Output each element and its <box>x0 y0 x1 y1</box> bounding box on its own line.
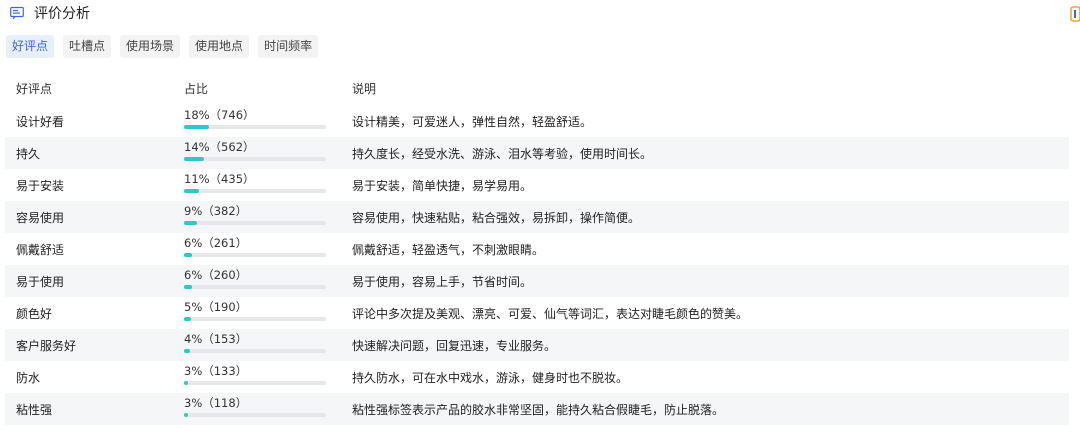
table-row: 防水 3%（133） 持久防水，可在水中戏水，游泳，健身时也不脱妆。 <box>5 361 1069 393</box>
desc-cell: 持久度长，经受水洗、游泳、泪水等考验，使用时间长。 <box>352 146 653 161</box>
table-row: 佩戴舒适 6%（261） 佩戴舒适，轻盈透气，不刺激眼睛。 <box>5 233 1069 265</box>
point-cell: 易于安装 <box>16 178 65 193</box>
ratio-bar-fill <box>184 220 197 225</box>
ratio-cell: 14%（562） <box>173 140 341 161</box>
point-cell: 设计好看 <box>16 114 65 129</box>
point-cell: 防水 <box>16 370 41 385</box>
ratio-bar-fill <box>184 188 199 193</box>
table-row: 颜色好 5%（190） 评论中多次提及美观、漂亮、可爱、仙气等词汇，表达对睫毛颜色的… <box>5 297 1069 329</box>
ratio-bar-fill <box>184 124 209 129</box>
tab-complaints[interactable]: 吐槽点 <box>63 35 112 58</box>
review-chat-icon <box>10 6 24 20</box>
ratio-text: 3%（133） <box>184 363 248 378</box>
section-header: 评价分析 <box>10 3 90 23</box>
ratio-cell: 6%（261） <box>173 236 341 257</box>
point-cell: 粘性强 <box>16 402 53 417</box>
point-cell: 容易使用 <box>16 210 65 225</box>
table-row: 容易使用 9%（382） 容易使用，快速粘贴，粘合强效，易拆卸，操作简便。 <box>5 201 1069 233</box>
ratio-bar <box>184 284 326 289</box>
point-cell: 持久 <box>16 146 41 161</box>
desc-cell: 容易使用，快速粘贴，粘合强效，易拆卸，操作简便。 <box>352 210 641 225</box>
ratio-text: 6%（260） <box>184 267 248 282</box>
tab-positive-points[interactable]: 好评点 <box>6 35 55 58</box>
desc-cell: 快速解决问题，回复迅速，专业服务。 <box>352 338 557 353</box>
ratio-cell: 4%（153） <box>173 332 341 353</box>
ratio-bar <box>184 316 326 321</box>
ratio-text: 6%（261） <box>184 235 248 250</box>
ratio-bar <box>184 156 326 161</box>
column-header-point: 好评点 <box>16 81 53 96</box>
point-cell: 易于使用 <box>16 274 65 289</box>
ratio-text: 3%（118） <box>184 395 248 410</box>
ratio-text: 9%（382） <box>184 203 248 218</box>
desc-cell: 持久防水，可在水中戏水，游泳，健身时也不脱妆。 <box>352 370 629 385</box>
ratio-bar-fill <box>184 252 192 257</box>
desc-cell: 评论中多次提及美观、漂亮、可爱、仙气等词汇，表达对睫毛颜色的赞美。 <box>352 306 749 321</box>
ratio-bar-fill <box>184 380 188 385</box>
ratio-cell: 5%（190） <box>173 300 341 321</box>
ratio-bar <box>184 188 326 193</box>
tab-usage-locations[interactable]: 使用地点 <box>189 35 250 58</box>
table-body: 设计好看 18%（746） 设计精美，可爱迷人，弹性自然，轻盈舒适。持久 14%（56… <box>5 105 1069 425</box>
tab-time-frequency[interactable]: 时间频率 <box>258 35 319 58</box>
ratio-bar <box>184 124 326 129</box>
section-title: 评价分析 <box>34 6 90 22</box>
ratio-bar <box>184 220 326 225</box>
ratio-text: 14%（562） <box>184 139 255 154</box>
table-row: 易于安装 11%（435） 易于安装，简单快捷，易学易用。 <box>5 169 1069 201</box>
ratio-bar-fill <box>184 348 190 353</box>
tab-usage-scenarios[interactable]: 使用场景 <box>120 35 181 58</box>
ratio-cell: 6%（260） <box>173 268 341 289</box>
table-row: 易于使用 6%（260） 易于使用，容易上手，节省时间。 <box>5 265 1069 297</box>
ratio-text: 18%（746） <box>184 107 255 122</box>
ratio-cell: 9%（382） <box>173 204 341 225</box>
table-row: 持久 14%（562） 持久度长，经受水洗、游泳、泪水等考验，使用时间长。 <box>5 137 1069 169</box>
ratio-bar-fill <box>184 284 192 289</box>
desc-cell: 易于安装，简单快捷，易学易用。 <box>352 178 533 193</box>
ratio-bar-fill <box>184 156 204 161</box>
column-header-desc: 说明 <box>352 81 377 96</box>
table-header: 好评点 占比 说明 <box>5 71 1069 105</box>
desc-cell: 粘性强标签表示产品的胶水非常坚固，能持久粘合假睫毛，防止脱落。 <box>352 402 725 417</box>
ratio-text: 5%（190） <box>184 299 248 314</box>
ratio-cell: 11%（435） <box>173 172 341 193</box>
column-header-ratio: 占比 <box>184 81 209 96</box>
point-cell: 客户服务好 <box>16 338 77 353</box>
point-cell: 佩戴舒适 <box>16 242 65 257</box>
tab-bar: 好评点 吐槽点 使用场景 使用地点 时间频率 <box>6 35 327 58</box>
table-row: 设计好看 18%（746） 设计精美，可爱迷人，弹性自然，轻盈舒适。 <box>5 105 1069 137</box>
ratio-bar <box>184 252 326 257</box>
ratio-bar-fill <box>184 316 191 321</box>
ratio-bar <box>184 348 326 353</box>
table-row: 粘性强 3%（118） 粘性强标签表示产品的胶水非常坚固，能持久粘合假睫毛，防止脱落… <box>5 393 1069 425</box>
ratio-bar <box>184 380 326 385</box>
desc-cell: 易于使用，容易上手，节省时间。 <box>352 274 533 289</box>
ratio-cell: 3%（118） <box>173 396 341 417</box>
ratio-bar <box>184 412 326 417</box>
ratio-cell: 3%（133） <box>173 364 341 385</box>
ratio-bar-fill <box>184 412 188 417</box>
ratio-text: 11%（435） <box>184 171 255 186</box>
table-row: 客户服务好 4%（153） 快速解决问题，回复迅速，专业服务。 <box>5 329 1069 361</box>
point-cell: 颜色好 <box>16 306 53 321</box>
side-panel-icon[interactable] <box>1070 6 1080 22</box>
ratio-text: 4%（153） <box>184 331 248 346</box>
desc-cell: 佩戴舒适，轻盈透气，不刺激眼睛。 <box>352 242 545 257</box>
desc-cell: 设计精美，可爱迷人，弹性自然，轻盈舒适。 <box>352 114 593 129</box>
ratio-cell: 18%（746） <box>173 108 341 129</box>
review-table: 好评点 占比 说明 设计好看 18%（746） 设计精美，可爱迷人，弹性自然，轻盈舒… <box>5 71 1069 425</box>
